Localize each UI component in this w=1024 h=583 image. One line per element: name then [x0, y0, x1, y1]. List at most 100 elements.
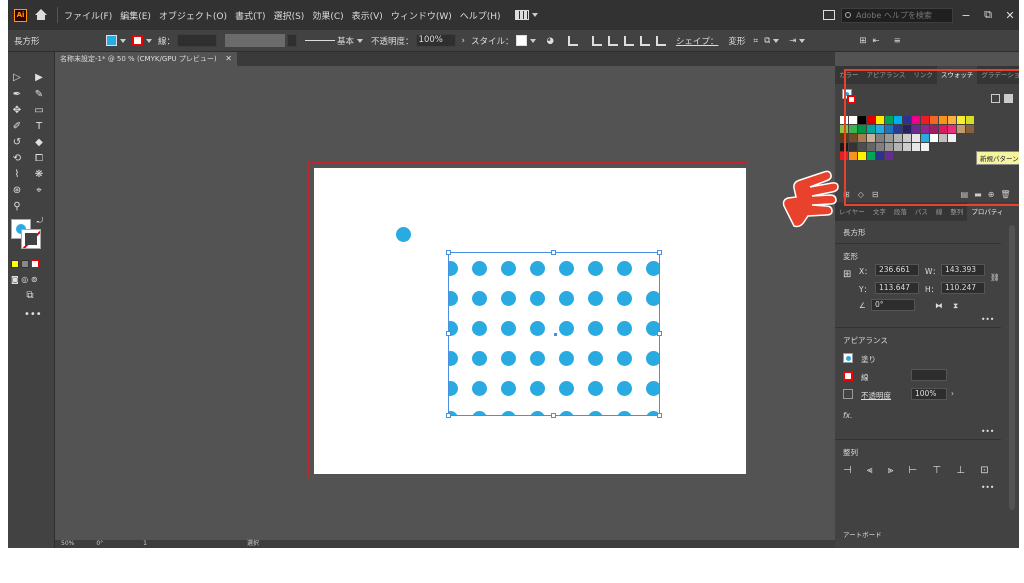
rectangle-tool-icon[interactable]: ▭	[33, 105, 45, 117]
help-search-input[interactable]: Adobe ヘルプを検索	[841, 7, 953, 23]
document-tab[interactable]: 名称未設定-1* @ 50 % (CMYK/GPU プレビュー) ✕	[55, 52, 237, 66]
selection-tool-icon[interactable]: ▷	[11, 72, 23, 84]
align-buttons[interactable]: ⊣ ⫷ ⫸ ⊢ ⊤ ⊥ ⊡	[843, 465, 995, 476]
align-left-icon[interactable]	[567, 35, 578, 46]
none-mode-icon[interactable]	[31, 260, 39, 268]
menu-object[interactable]: オブジェクト(O)	[159, 9, 227, 22]
workspace-icon[interactable]	[514, 10, 529, 20]
transform-more-button[interactable]: •••	[981, 315, 994, 324]
recolor-icon[interactable]: ◕	[546, 36, 553, 46]
menu-window[interactable]: ウィンドウ(W)	[391, 9, 452, 22]
align-center-icon[interactable]	[591, 35, 602, 46]
edit-toolbar-icon[interactable]: •••	[24, 309, 42, 321]
artboard-tool-icon[interactable]: ⌖	[33, 185, 45, 197]
stroke-style-label[interactable]: 基本	[337, 35, 354, 47]
chevron-down-icon[interactable]	[531, 13, 538, 17]
rotation-value[interactable]: 0°	[96, 540, 103, 548]
variable-width-dropdown[interactable]	[287, 34, 298, 47]
menu-view[interactable]: 表示(V)	[352, 9, 383, 22]
zoom-level[interactable]: 50%	[61, 540, 74, 548]
resize-handle[interactable]	[657, 250, 662, 255]
resize-handle[interactable]	[446, 413, 451, 418]
x-input[interactable]: 236.661	[875, 264, 919, 276]
stroke-weight-input[interactable]	[177, 34, 218, 47]
minimize-button[interactable]: −	[957, 9, 975, 22]
shape-label[interactable]: シェイプ：	[676, 35, 719, 47]
swap-fill-stroke-icon[interactable]: ⤾	[34, 215, 46, 227]
chevron-down-icon[interactable]	[530, 38, 537, 43]
y-input[interactable]: 113.647	[875, 282, 919, 294]
pencil-tool-icon[interactable]: ✐	[11, 121, 23, 133]
align-middle-icon[interactable]	[639, 35, 650, 46]
free-transform-tool-icon[interactable]: ⧠	[33, 153, 45, 165]
chevron-down-icon[interactable]	[799, 38, 806, 43]
reference-point-icon[interactable]: ⊞	[843, 269, 851, 280]
resize-handle[interactable]	[657, 413, 662, 418]
path-options-icon[interactable]: ⇥	[789, 36, 796, 46]
chevron-down-icon[interactable]	[120, 38, 126, 43]
appearance-opacity-label[interactable]: 不透明度	[861, 390, 891, 401]
isolate-icon[interactable]: ⌗	[753, 36, 758, 46]
arrange-icon[interactable]: ⧉	[764, 36, 770, 46]
close-button[interactable]: ✕	[1001, 9, 1019, 22]
constrain-proportions-icon[interactable]: ⛓	[990, 273, 1000, 282]
menu-select[interactable]: 選択(S)	[274, 9, 305, 22]
menu-file[interactable]: ファイル(F)	[64, 9, 112, 22]
chevron-down-icon[interactable]	[773, 38, 780, 43]
resize-handle[interactable]	[551, 413, 556, 418]
scrollbar-thumb[interactable]	[1009, 225, 1015, 510]
opacity-input[interactable]: 100%	[415, 34, 456, 47]
panel-menu-icon[interactable]: ⊞	[859, 36, 866, 46]
direct-selection-tool-icon[interactable]: ▶	[33, 72, 45, 84]
angle-input[interactable]: 0°	[871, 299, 915, 311]
resize-handle[interactable]	[657, 331, 662, 336]
blend-tool-icon[interactable]: ❋	[33, 169, 45, 181]
chevron-right-icon[interactable]: ›	[951, 389, 954, 398]
symbol-sprayer-tool-icon[interactable]: ⊛	[11, 185, 23, 197]
stroke-weight-field[interactable]	[911, 369, 947, 381]
restore-button[interactable]: ⧉	[979, 8, 997, 22]
curvature-tool-icon[interactable]: ✎	[33, 89, 45, 101]
chevron-down-icon[interactable]	[357, 38, 364, 43]
rotate-tool-icon[interactable]: ↺	[11, 137, 23, 149]
flip-vertical-icon[interactable]: ⧗	[953, 301, 958, 311]
menu-type[interactable]: 書式(T)	[235, 9, 266, 22]
canvas-area[interactable]	[55, 66, 835, 540]
resize-handle[interactable]	[551, 250, 556, 255]
menu-edit[interactable]: 編集(E)	[120, 9, 151, 22]
align-top-icon[interactable]	[623, 35, 634, 46]
h-input[interactable]: 110.247	[941, 282, 985, 294]
gradient-mode-icon[interactable]	[21, 260, 29, 268]
appearance-stroke-swatch[interactable]	[843, 371, 853, 381]
artboards-panel-title[interactable]: アートボード	[843, 529, 882, 539]
color-mode-icon[interactable]	[11, 260, 19, 268]
select-similar-icon[interactable]: ⇤	[873, 36, 880, 46]
w-input[interactable]: 143.393	[941, 264, 985, 276]
variable-width-field[interactable]	[225, 34, 286, 47]
align-bottom-icon[interactable]	[655, 35, 666, 46]
home-icon[interactable]	[35, 9, 47, 21]
eyedropper-tool-icon[interactable]: ⌇	[11, 169, 23, 181]
flip-horizontal-icon[interactable]: ⧓	[935, 301, 943, 310]
opacity-label[interactable]: 不透明度：	[371, 35, 414, 47]
pattern-source-dot[interactable]	[396, 227, 411, 242]
control-stroke-swatch[interactable]	[132, 35, 143, 46]
eraser-tool-icon[interactable]: ◆	[33, 137, 45, 149]
transform-link[interactable]: 変形	[728, 35, 745, 47]
close-tab-icon[interactable]: ✕	[225, 52, 232, 66]
align-right-icon[interactable]	[607, 35, 618, 46]
appearance-fill-swatch[interactable]	[843, 353, 853, 363]
status-mode[interactable]: 選択	[247, 540, 259, 548]
warp-tool-icon[interactable]: ⟲	[11, 153, 23, 165]
control-fill-swatch[interactable]	[106, 35, 117, 46]
arrange-documents-icon[interactable]	[823, 10, 835, 20]
screen-mode-icon[interactable]: ⧉	[24, 290, 36, 302]
style-swatch[interactable]	[516, 35, 528, 46]
artboard-number[interactable]: 1	[143, 540, 147, 548]
pen-tool-icon[interactable]: ✒	[11, 89, 23, 101]
type-tool-icon[interactable]: T	[33, 121, 45, 133]
chevron-right-icon[interactable]: ›	[462, 36, 465, 46]
resize-handle[interactable]	[446, 331, 451, 336]
resize-handle[interactable]	[446, 250, 451, 255]
stroke-color-box[interactable]	[21, 229, 41, 249]
